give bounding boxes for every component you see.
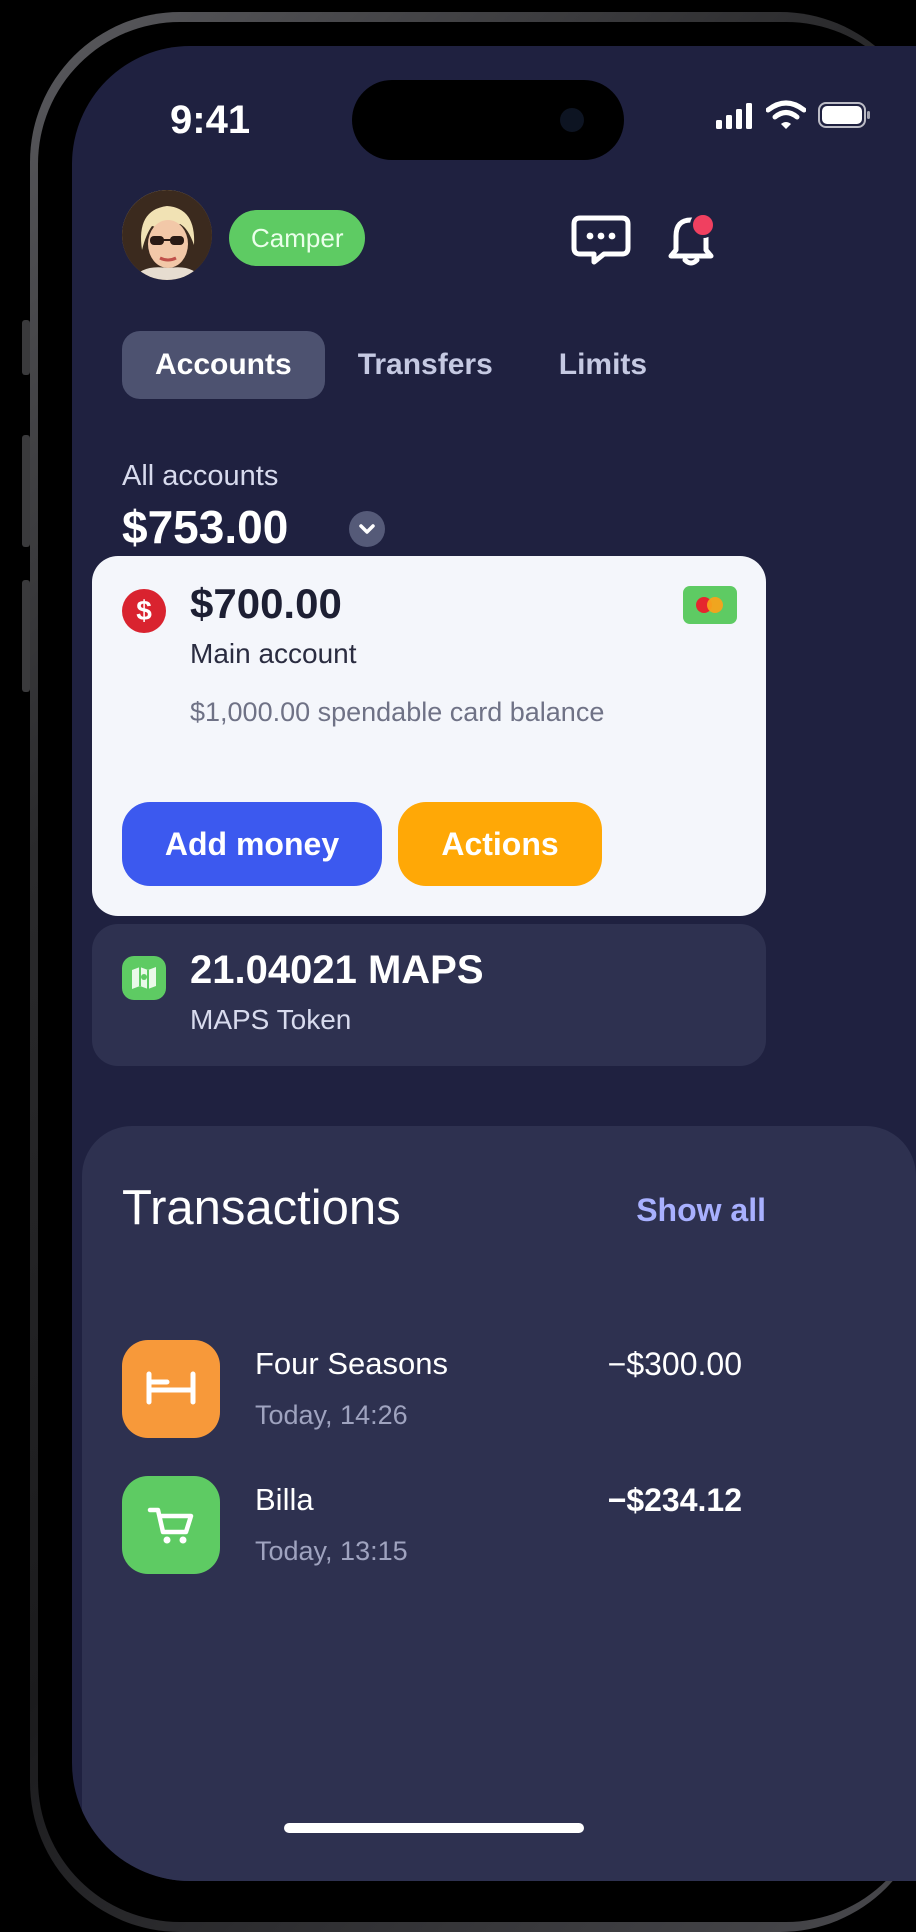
notifications-button[interactable] <box>656 204 726 274</box>
side-button-volume-up <box>22 435 30 547</box>
messages-button[interactable] <box>566 204 636 274</box>
transaction-amount: −$300.00 <box>607 1346 742 1382</box>
chevron-down-icon <box>359 524 375 534</box>
dollar-icon: $ <box>122 589 166 633</box>
wifi-icon <box>766 100 806 129</box>
status-icons <box>716 100 916 132</box>
card-brand-icon[interactable] <box>683 586 737 624</box>
transaction-row[interactable]: Billa Today, 13:15 −$234.12 <box>122 1476 742 1576</box>
chat-bubble-icon <box>571 215 631 265</box>
tab-accounts[interactable]: Accounts <box>122 331 325 399</box>
transactions-title: Transactions <box>122 1181 401 1235</box>
map-glyph-icon <box>132 967 156 989</box>
signal-icon <box>716 103 752 129</box>
avatar-portrait-icon <box>122 190 212 280</box>
tab-transfers[interactable]: Transfers <box>325 331 526 399</box>
spendable-balance: $1,000.00 spendable card balance <box>190 697 605 727</box>
dynamic-island <box>352 80 624 160</box>
side-button-volume-down <box>22 580 30 692</box>
front-camera <box>560 108 584 132</box>
bell-icon <box>668 217 714 266</box>
shopping-cart-icon <box>122 1476 220 1574</box>
actions-button[interactable]: Actions <box>398 802 602 886</box>
status-time: 9:41 <box>170 98 251 142</box>
battery-icon <box>818 102 870 128</box>
total-balance: $753.00 <box>122 501 289 553</box>
bed-icon <box>122 1340 220 1438</box>
token-name: MAPS Token <box>190 1004 352 1035</box>
add-money-button[interactable]: Add money <box>122 802 382 886</box>
side-button-silent <box>22 320 30 375</box>
account-tabs: Accounts Transfers Limits <box>122 331 680 399</box>
transaction-name: Billa <box>255 1482 314 1517</box>
main-account-name: Main account <box>190 638 357 669</box>
transaction-amount: −$234.12 <box>607 1482 742 1518</box>
token-account-card[interactable]: 21.04021 MAPS MAPS Token <box>92 924 766 1066</box>
map-token-icon <box>122 956 166 1000</box>
card-circle-orange <box>707 597 723 613</box>
token-amount: 21.04021 MAPS <box>190 948 484 992</box>
main-account-card[interactable]: $ $700.00 Main account $1,000.00 spendab… <box>92 556 766 916</box>
notification-dot <box>690 212 716 238</box>
all-accounts-label: All accounts <box>122 460 279 492</box>
transactions-panel: Transactions Show all Four Seasons Today… <box>82 1126 916 1881</box>
transaction-time: Today, 14:26 <box>255 1400 408 1430</box>
main-account-amount: $700.00 <box>190 580 342 627</box>
transaction-time: Today, 13:15 <box>255 1536 408 1566</box>
app-screen: 9:41 Camper Accounts Transfers Limits Al… <box>72 46 916 1881</box>
show-all-link[interactable]: Show all <box>636 1192 766 1229</box>
user-avatar[interactable] <box>122 190 212 280</box>
status-badge[interactable]: Camper <box>229 210 366 266</box>
cart-glyph-icon <box>147 1507 194 1544</box>
tab-limits[interactable]: Limits <box>526 331 680 399</box>
home-indicator[interactable] <box>284 1823 584 1833</box>
transaction-name: Four Seasons <box>255 1346 448 1381</box>
bed-glyph-icon <box>146 1371 196 1405</box>
transaction-row[interactable]: Four Seasons Today, 14:26 −$300.00 <box>122 1340 742 1440</box>
balance-dropdown-button[interactable] <box>349 511 385 547</box>
